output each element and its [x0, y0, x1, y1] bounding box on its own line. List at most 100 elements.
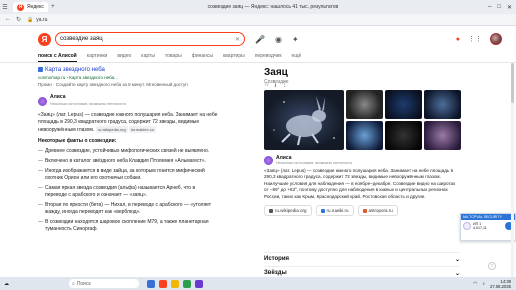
- app-icon[interactable]: [171, 279, 179, 288]
- divider: [0, 62, 516, 63]
- weather-icon[interactable]: ☁: [4, 281, 9, 287]
- maximize-icon[interactable]: □: [497, 4, 501, 11]
- popup-line: 4,017,11: [473, 226, 487, 230]
- chevron-down-icon: ⌄: [454, 257, 460, 263]
- result-title-link[interactable]: Карта звездного неба: [45, 67, 105, 73]
- alice-icon: [38, 96, 47, 106]
- section-title: История: [264, 256, 290, 262]
- section-stars[interactable]: Звёзды ⌄: [264, 266, 460, 277]
- section-history[interactable]: История ⌄: [264, 252, 460, 263]
- gallery-image[interactable]: [424, 121, 461, 150]
- taskbar-apps: [147, 279, 203, 288]
- search-tabs: поиск с Алисой картинки видео карты това…: [38, 53, 301, 62]
- scrollbar[interactable]: [511, 63, 514, 277]
- date: 27.08.2025: [490, 283, 511, 289]
- voice-icon[interactable]: 🎤: [255, 35, 265, 44]
- tab-images[interactable]: картинки: [87, 53, 108, 62]
- entity-alice-header: Алиса Несколько источников, возможны нет…: [264, 155, 460, 165]
- entity-card: Заяц Созвездие Алиса Несколько источнико…: [264, 67, 461, 217]
- alice-block-header: Алиса Несколько источников, возможны нет…: [38, 94, 218, 108]
- entity-subtitle: Созвездие: [264, 79, 289, 85]
- section-title: Звёзды: [264, 270, 287, 276]
- gallery-image[interactable]: [346, 90, 383, 119]
- alice-disclaimer: Несколько источников, возможны неточност…: [50, 102, 126, 106]
- source-favicon: [269, 208, 273, 213]
- source-chip[interactable]: ru.wikipedia.org: [95, 126, 128, 133]
- tab-products[interactable]: товары: [165, 53, 182, 62]
- search-header: Я созвездие заяц ✕ 🎤 ◉ ✦ ● ⋮⋮: [0, 26, 516, 52]
- hare-constellation-image[interactable]: [264, 90, 344, 150]
- app-icon[interactable]: [183, 279, 191, 288]
- results-column: Карта звездного неба cosmomap.ru › Карта…: [38, 67, 218, 233]
- url-box[interactable]: 🔒 ya.ru: [27, 17, 47, 23]
- title-bar: ☰ Я Яндекс + созвездие заяц — Яндекс: на…: [0, 0, 516, 14]
- taskbar-search[interactable]: ⌕ Поиск: [69, 279, 139, 288]
- scrollbar-thumb[interactable]: [511, 63, 514, 103]
- tab-apartments[interactable]: квартиры: [223, 53, 245, 62]
- app-icon[interactable]: [195, 279, 203, 288]
- source-chip[interactable]: formaldex.co: [129, 126, 156, 133]
- minimize-icon[interactable]: –: [488, 4, 491, 11]
- taskbar-search-label: Поиск: [76, 280, 91, 287]
- source-link[interactable]: astropora.ru: [357, 205, 398, 217]
- fact-item: Вторая по яркости (бета) — Нихал, в пере…: [38, 202, 218, 216]
- tab-maps[interactable]: карты: [141, 53, 155, 62]
- source-favicon: [362, 208, 367, 213]
- alice-summary: «Заяц» (лат. Lepus) — созвездие южного п…: [38, 112, 218, 134]
- app-icon[interactable]: [147, 279, 155, 288]
- search-query: созвездие заяц: [60, 36, 103, 42]
- yandex-tab-icon: Я: [17, 3, 24, 11]
- gallery-image[interactable]: [346, 121, 383, 150]
- new-tab-icon[interactable]: +: [48, 2, 58, 12]
- fact-item: Самая яркая звезда созвездия (альфа) наз…: [38, 185, 218, 199]
- tab-translator[interactable]: переводчик: [255, 53, 282, 62]
- ad-result: Карта звездного неба cosmomap.ru › Карта…: [38, 67, 218, 88]
- source-favicon: [320, 208, 325, 213]
- lock-icon: 🔒: [27, 16, 34, 23]
- search-input[interactable]: созвездие заяц ✕: [55, 32, 245, 46]
- url-domain: ya.ru: [36, 16, 48, 23]
- wifi-icon[interactable]: ◠: [473, 281, 477, 287]
- result-description: Промо · Создайте карту звездного неба за…: [38, 82, 188, 87]
- tab-more[interactable]: ещё: [292, 53, 302, 62]
- alice-name: Алиса: [50, 94, 66, 100]
- scroll-up-icon[interactable]: ↑: [488, 262, 496, 270]
- search-icon: ⌕: [72, 280, 75, 287]
- clock[interactable]: 14:39 27.08.2025: [490, 279, 511, 289]
- sidebar-toggle-icon[interactable]: ☰: [0, 2, 10, 12]
- tab-finance[interactable]: финансы: [192, 53, 213, 62]
- close-icon[interactable]: ✕: [507, 4, 512, 11]
- notification-icon[interactable]: ●: [456, 36, 460, 43]
- clear-icon[interactable]: ✕: [235, 36, 240, 43]
- avatar[interactable]: [490, 33, 502, 45]
- fact-item: В созвездии находятся шаровое скопление …: [38, 219, 218, 233]
- gallery-image[interactable]: [385, 90, 422, 119]
- source-link[interactable]: ru.ruwiki.ru: [315, 205, 354, 217]
- tab-video[interactable]: видео: [117, 53, 131, 62]
- source-link[interactable]: ru.wikipedia.org: [264, 205, 312, 217]
- alice-icon[interactable]: ✦: [292, 35, 299, 44]
- browser-tab[interactable]: Я Яндекс: [13, 2, 48, 12]
- apps-icon[interactable]: ⋮⋮: [468, 35, 482, 43]
- hare-illustration: [273, 96, 335, 146]
- back-icon[interactable]: ←: [5, 16, 11, 23]
- alice-summary-text: «Заяц» (лат. Lepus) — созвездие южного п…: [38, 112, 218, 133]
- entity-description: «Заяц» (лат. Lepus) — созвездие южного п…: [264, 168, 456, 199]
- volume-icon[interactable]: ♪: [483, 281, 486, 287]
- gallery-image[interactable]: [424, 90, 461, 119]
- app-icon[interactable]: [159, 279, 167, 288]
- address-bar: ← ↻ 🔒 ya.ru ☆ ⭳ ⋮: [0, 14, 516, 89]
- yandex-logo[interactable]: Я: [38, 32, 51, 46]
- fact-item: Включено в каталог звёздного неба Клавди…: [38, 158, 218, 165]
- gallery-image[interactable]: [385, 121, 422, 150]
- result-host[interactable]: cosmomap.ru › Карта звездного неба...: [38, 74, 218, 81]
- window-title: созвездие заяц — Яндекс: нашлось 41 тыс.…: [207, 4, 339, 10]
- system-tray: ◠ ♪ 14:39 27.08.2025: [473, 279, 511, 289]
- tab-label: Яндекс: [27, 4, 44, 10]
- facts-heading: Некоторые факты о созвездии:: [38, 138, 117, 144]
- notification-popup[interactable]: MA TCPVAL SECURITY ИП 1 4,017,11: [460, 213, 516, 241]
- tab-alice-search[interactable]: поиск с Алисой: [38, 53, 77, 62]
- reload-icon[interactable]: ↻: [16, 16, 21, 23]
- camera-icon[interactable]: ◉: [275, 35, 282, 44]
- window-controls: – □ ✕: [488, 4, 512, 11]
